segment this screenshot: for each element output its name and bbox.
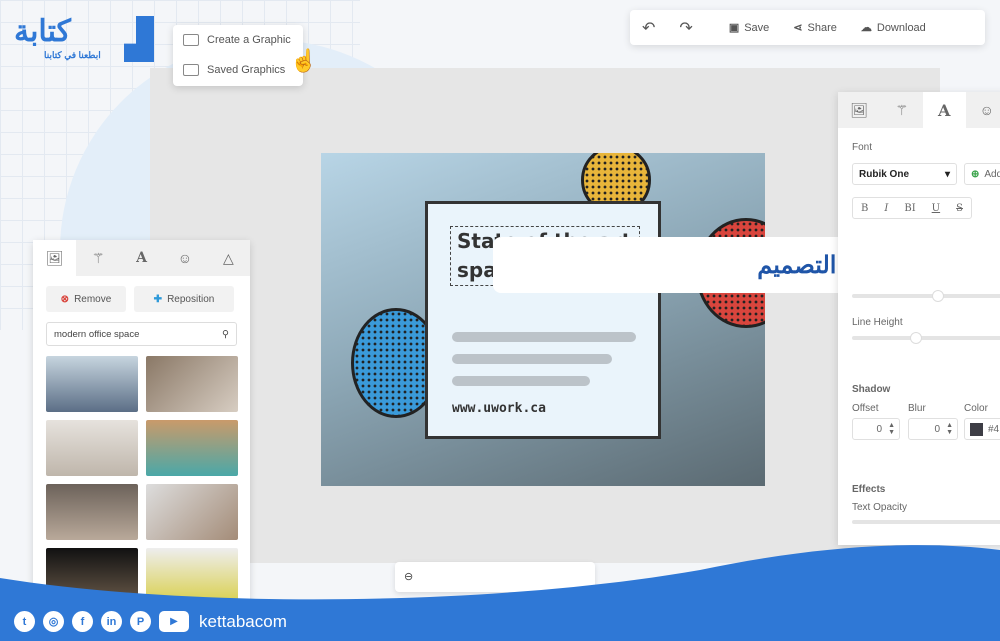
color-swatch (970, 422, 983, 436)
bold-italic-button[interactable]: BI (904, 203, 915, 214)
save-icon: ▣ (728, 22, 740, 34)
save-button[interactable]: ▣ Save (717, 21, 781, 35)
download-label: Download (876, 21, 926, 34)
image-thumbnail[interactable] (46, 356, 138, 412)
download-button[interactable]: ☁ Download (849, 21, 938, 35)
tab-text[interactable]: A (120, 240, 163, 276)
menu-item-saved[interactable]: Saved Graphics (173, 55, 303, 85)
style-buttons: B I BI U S (852, 197, 972, 219)
menu-label: Saved Graphics (207, 64, 286, 76)
tab-image[interactable]: 🖼 (33, 240, 77, 276)
plus-circle-icon: ⊕ (971, 168, 980, 180)
underline-button[interactable]: U (932, 203, 940, 214)
tab-shapes[interactable]: △ (207, 240, 250, 276)
image-search-input[interactable]: modern office space ⚲ (46, 322, 237, 346)
color-value: #4 (988, 423, 1000, 435)
folder-icon (183, 64, 199, 76)
share-button[interactable]: ⋖ Share (781, 21, 849, 35)
stepper-arrows-icon: ▲ ▼ (946, 422, 953, 436)
chevron-down-icon: ▾ (944, 168, 950, 180)
youtube-icon[interactable]: ▶ (159, 611, 189, 632)
tab-image[interactable]: 🖼 (838, 92, 881, 128)
image-thumbnail[interactable] (146, 356, 238, 412)
tab-text[interactable]: A (923, 92, 966, 128)
shadow-label: Shadow (852, 384, 891, 395)
image-icon (183, 34, 199, 46)
tab-effects[interactable]: ⚚ (76, 240, 119, 276)
tab-emoji[interactable]: ☺ (966, 92, 1000, 128)
facebook-icon[interactable]: f (72, 611, 93, 632)
text-opacity-label: Text Opacity (852, 502, 908, 513)
save-label: Save (744, 21, 770, 34)
search-value: modern office space (54, 328, 140, 340)
move-icon: ✚ (153, 293, 163, 305)
stepper-arrows-icon: ▲ ▼ (888, 422, 895, 436)
linkedin-icon[interactable]: in (101, 611, 122, 632)
undo-button[interactable]: ↶ (630, 18, 667, 38)
effects-label: Effects (852, 484, 886, 495)
remove-button[interactable]: ⊗ Remove (46, 286, 126, 312)
blur-value: 0 (934, 423, 941, 435)
placeholder-line (452, 354, 612, 364)
color-label: Color (964, 403, 988, 414)
blur-label: Blur (908, 403, 926, 414)
offset-stepper[interactable]: 0 ▲ ▼ (852, 418, 900, 440)
offset-label: Offset (852, 403, 879, 414)
instagram-icon[interactable]: ◎ (43, 611, 64, 632)
text-properties-panel: 🖼 ⚚ A ☺ Font Rubik One ▾ ⊕ Add B I BI U S … (838, 92, 1000, 545)
tab-emoji[interactable]: ☺ (163, 240, 206, 276)
placeholder-line (452, 332, 636, 342)
add-label: Add (984, 168, 1000, 180)
image-thumbnail[interactable] (46, 420, 138, 476)
reposition-button[interactable]: ✚ Reposition (134, 286, 234, 312)
text-opacity-slider[interactable] (852, 520, 1000, 524)
remove-label: Remove (74, 293, 112, 305)
toolbar: ↶ ↷ ▣ Save ⋖ Share ☁ Download (630, 10, 985, 45)
social-handle: kettabacom (199, 611, 287, 631)
hand-cursor-icon: ☝ (290, 48, 318, 73)
italic-button[interactable]: I (884, 203, 888, 214)
font-value: Rubik One (859, 168, 910, 180)
letter-spacing-slider[interactable] (852, 290, 1000, 302)
share-label: Share (807, 21, 837, 34)
blur-stepper[interactable]: 0 ▲ ▼ (908, 418, 958, 440)
logo-tagline: ابطعنا في كتابنا (44, 50, 101, 60)
offset-value: 0 (876, 423, 883, 435)
remove-icon: ⊗ (60, 293, 70, 305)
create-menu: Create a Graphic Saved Graphics (173, 25, 303, 86)
bold-button[interactable]: B (861, 203, 868, 214)
font-select[interactable]: Rubik One ▾ (852, 163, 957, 185)
logo: كتابة ابطعنا في كتابنا (14, 12, 154, 64)
font-label: Font (852, 142, 873, 153)
add-font-button[interactable]: ⊕ Add (964, 163, 1000, 185)
search-icon: ⚲ (222, 328, 229, 340)
menu-label: Create a Graphic (207, 34, 291, 46)
image-thumbnail[interactable] (146, 420, 238, 476)
line-height-label: Line Height (852, 317, 903, 328)
shadow-color-picker[interactable]: #4 (964, 418, 1000, 440)
cloud-download-icon: ☁ (860, 22, 872, 34)
placeholder-line (452, 376, 590, 386)
menu-item-create[interactable]: Create a Graphic (173, 25, 303, 55)
tab-effects[interactable]: ⚚ (881, 92, 924, 128)
twitter-icon[interactable]: t (14, 611, 35, 632)
social-bar: t ◎ f in P ▶ kettabacom (14, 611, 287, 632)
strikethrough-button[interactable]: S (956, 203, 963, 214)
reposition-label: Reposition (167, 293, 215, 305)
design-artboard[interactable]: State of the art spaces www.uwork.ca (321, 153, 765, 486)
pinterest-icon[interactable]: P (130, 611, 151, 632)
share-icon: ⋖ (793, 22, 803, 34)
design-url: www.uwork.ca (452, 401, 546, 416)
logo-text: كتابة (14, 15, 71, 48)
redo-button[interactable]: ↷ (667, 18, 704, 38)
logo-mark (124, 16, 154, 62)
line-height-slider[interactable] (852, 332, 1000, 344)
